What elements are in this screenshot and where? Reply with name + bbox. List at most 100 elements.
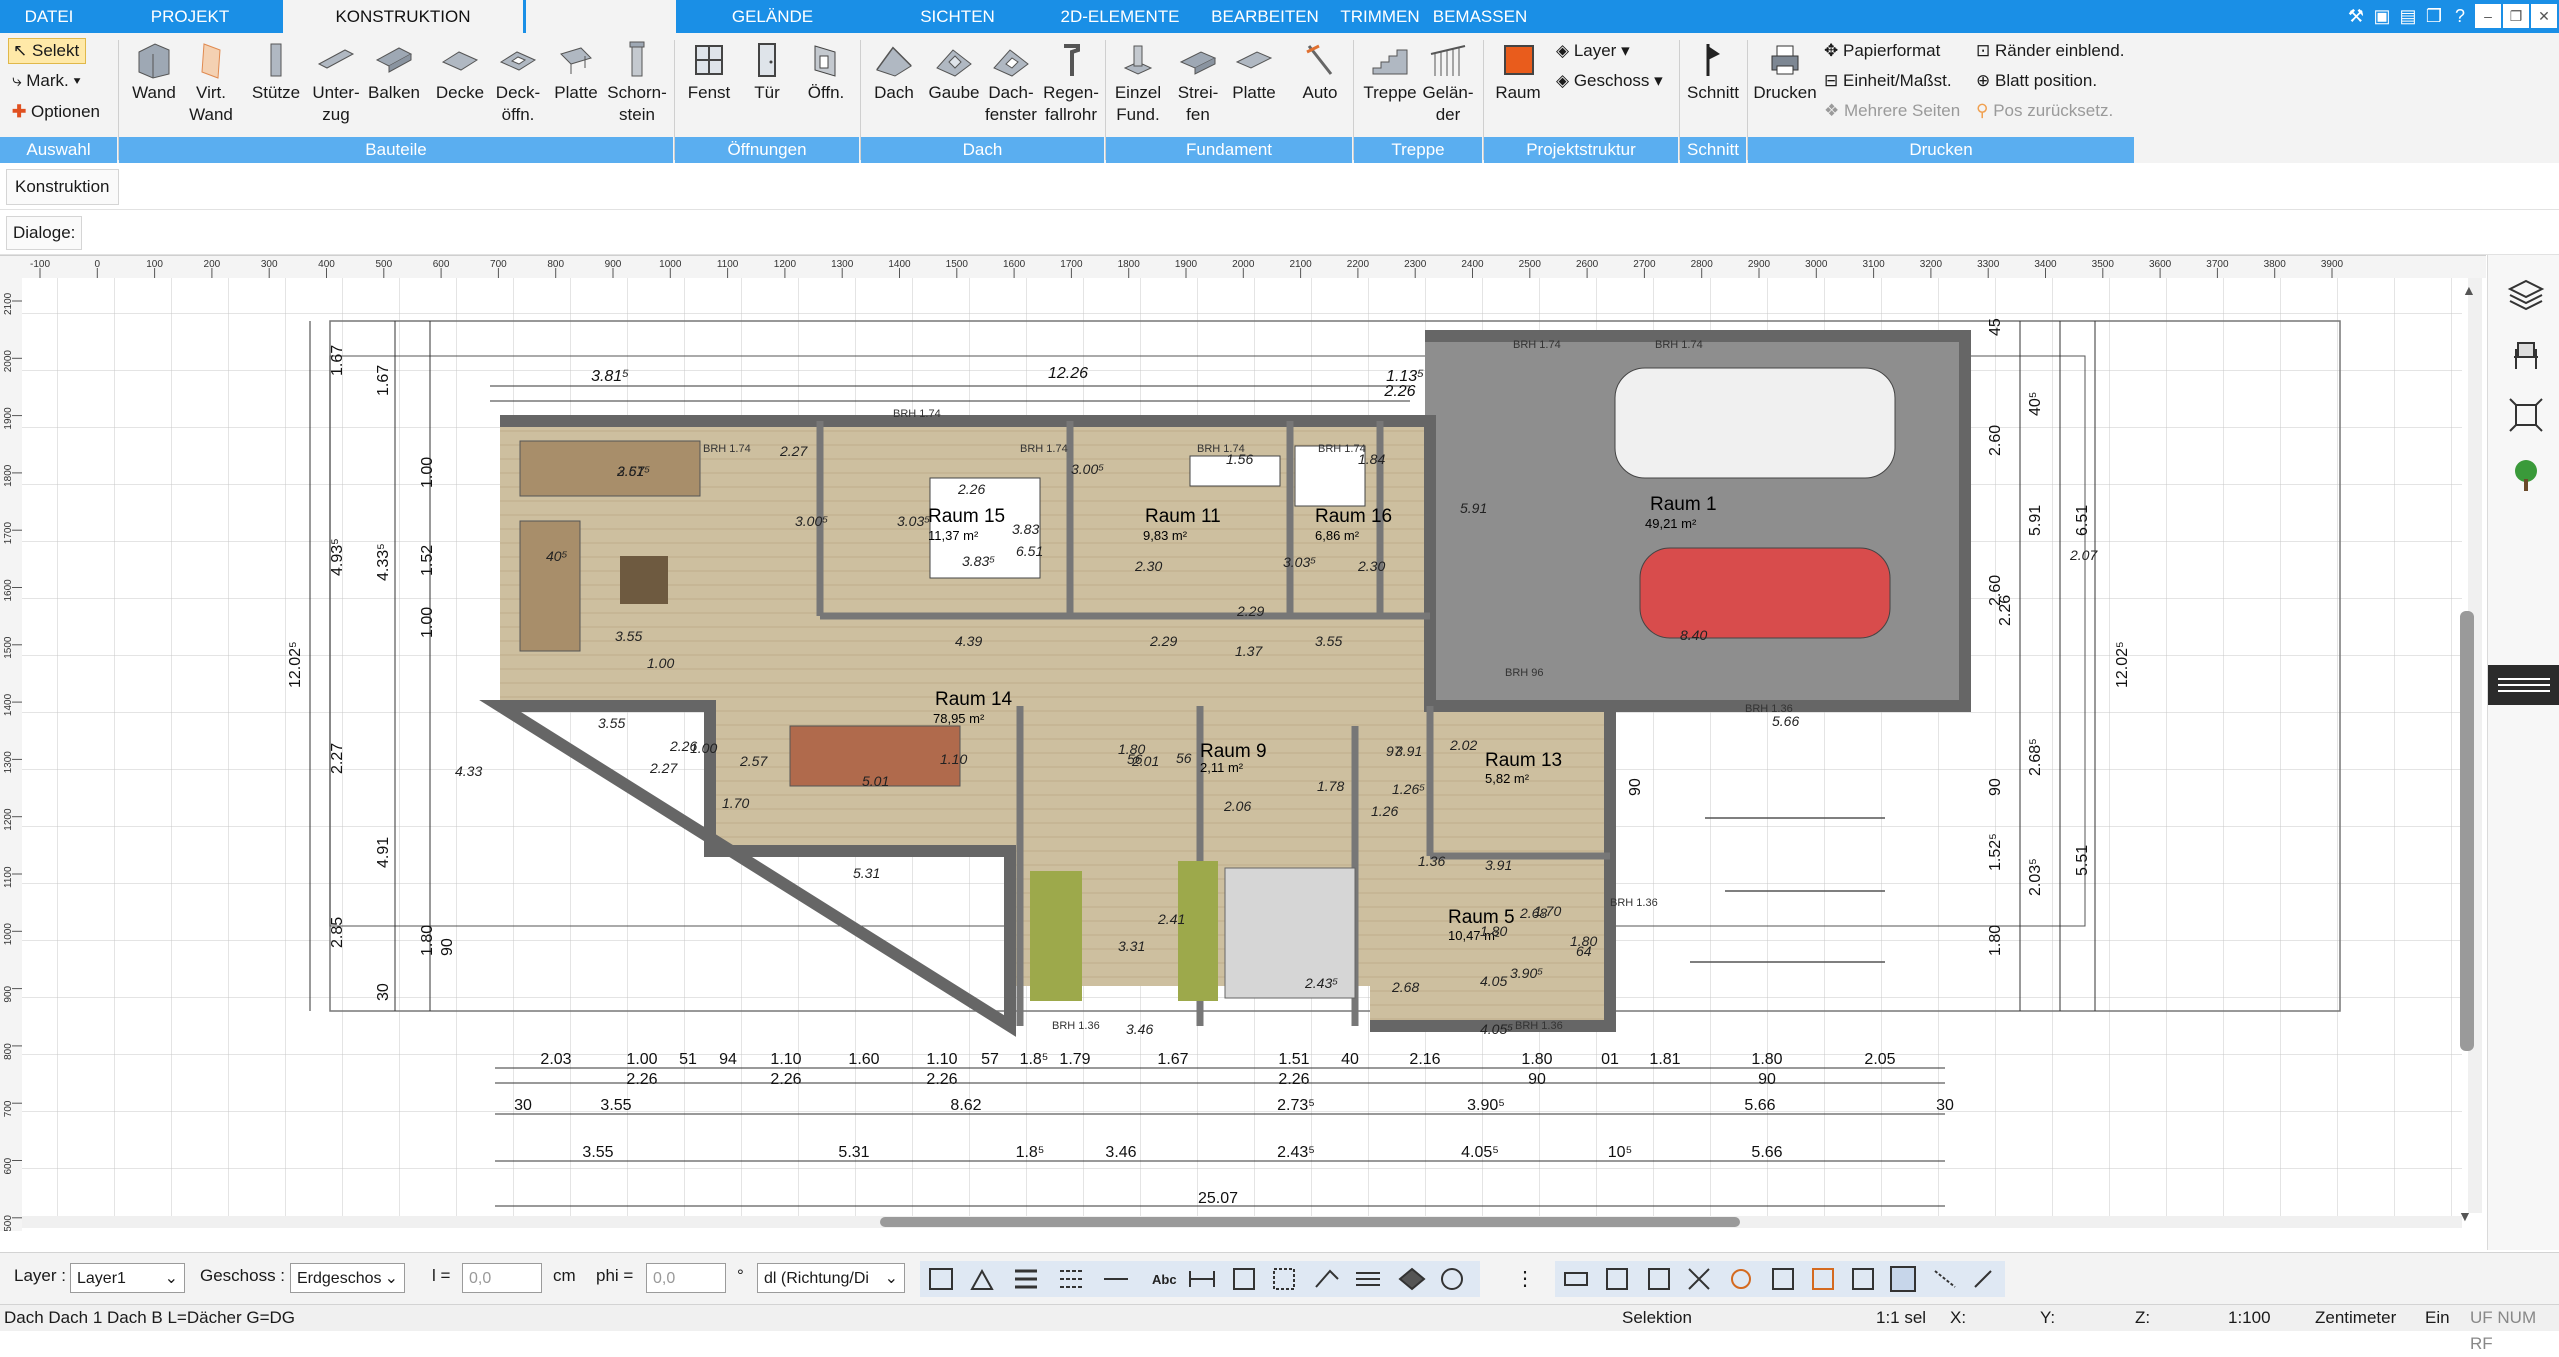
door-plan-icon[interactable] (1606, 1268, 1628, 1290)
unterzug-button[interactable]: Unter-zug (306, 40, 366, 126)
floor-plan[interactable]: -100 0 100 200 300 400 500 600 700 800 900 1000 1100… (0, 256, 2486, 1231)
folder-icon[interactable]: ▣ (2372, 6, 2392, 26)
tab-konstruktion[interactable]: KONSTRUKTION (283, 0, 523, 33)
tools-icon[interactable]: ⚒ (2346, 6, 2366, 26)
tab-blank[interactable] (526, 0, 676, 33)
drawing-canvas[interactable]: -100 0 100 200 300 400 500 600 700 800 900 1000 1100… (0, 255, 2486, 1231)
gaube-button[interactable]: Gaube (924, 40, 984, 104)
fund-platte-button[interactable]: Platte (1224, 40, 1284, 104)
more-vertical-icon[interactable]: ⋮ (1515, 1266, 1535, 1291)
schnitt-button[interactable]: Schnitt (1682, 40, 1744, 104)
papierformat-label: Papierformat (1842, 41, 1941, 60)
snap-line-icon[interactable] (1315, 1269, 1339, 1288)
north-icon[interactable] (1441, 1268, 1463, 1290)
treppe-button[interactable]: Treppe (1358, 40, 1422, 104)
measure-icon[interactable] (1189, 1271, 1215, 1287)
ortho-icon[interactable] (1852, 1268, 1874, 1290)
dl-select[interactable]: dl (Richtung/Di ⌄ (757, 1263, 905, 1293)
frame-icon[interactable] (1233, 1268, 1255, 1290)
konstruktion-tab[interactable]: Konstruktion (6, 169, 119, 205)
blatt-button[interactable]: ⊕ Blatt position. (1976, 68, 2097, 94)
window-icon[interactable]: ❐ (2424, 6, 2444, 26)
save-icon[interactable]: ▤ (2398, 6, 2418, 26)
restore-icon[interactable]: ❐ (2503, 4, 2529, 28)
vertical-scrollbar-thumb[interactable] (2460, 611, 2474, 1051)
l-input[interactable]: 0,0 (462, 1263, 542, 1293)
deckoeffn-button[interactable]: Deck-öffn. (488, 40, 548, 126)
geschoss-select[interactable]: Erdgeschos ⌄ (290, 1263, 405, 1293)
help-icon[interactable]: ? (2450, 6, 2470, 26)
view-3d-icon[interactable] (2506, 395, 2546, 435)
raender-button[interactable]: ⊡ Ränder einblend. (1976, 38, 2124, 64)
abc-text-icon[interactable]: Abc (1152, 1272, 1177, 1287)
minimize-icon[interactable]: – (2475, 4, 2501, 28)
regenfallrohr-button[interactable]: Regen-fallrohr (1040, 40, 1102, 126)
schornstein-button[interactable]: Schorn-stein (604, 40, 670, 126)
balken-button[interactable]: Balken (364, 40, 424, 104)
dachfenster-button[interactable]: Dach-fenster (980, 40, 1042, 126)
dim-label: 45 (1987, 318, 2004, 336)
dim-label: 5.01 (862, 773, 889, 789)
furniture-icon[interactable] (2506, 335, 2546, 375)
layers-icon[interactable] (2506, 275, 2546, 315)
pick-icon[interactable] (1974, 1270, 1992, 1288)
decke-button[interactable]: Decke (430, 40, 490, 104)
virt-wand-button[interactable]: Virt. Wand (184, 40, 238, 126)
tab-datei[interactable]: DATEI (0, 0, 98, 33)
selekt-button[interactable]: ↖ Selekt (8, 38, 87, 64)
geschoss-button[interactable]: ◈ Geschoss ▾ (1556, 68, 1663, 94)
platte-button[interactable]: Platte (546, 40, 606, 104)
scroll-up-arrow-icon[interactable]: ▲ (2462, 282, 2476, 298)
fenster-button[interactable]: Fenst (680, 40, 738, 104)
grid-plan-icon[interactable] (1648, 1268, 1670, 1290)
raum-button[interactable]: Raum (1488, 40, 1548, 104)
tab-trimmen[interactable]: TRIMMEN (1330, 0, 1430, 33)
scroll-down-arrow-icon[interactable]: ▼ (2458, 1208, 2472, 1224)
line-thick-icon[interactable] (1015, 1269, 1037, 1289)
corner-icon[interactable] (1772, 1268, 1794, 1290)
guide-icon[interactable] (1934, 1270, 1956, 1288)
mark-button[interactable]: ⤷ Mark. ▾ (12, 68, 81, 94)
cross-icon[interactable] (1688, 1268, 1710, 1290)
layers-stack-icon[interactable] (1356, 1272, 1380, 1286)
diamond-icon[interactable] (1398, 1267, 1426, 1291)
stuetze-button[interactable]: Stütze (246, 40, 306, 104)
window-plan-icon[interactable] (1564, 1272, 1588, 1286)
select-frame-icon[interactable] (1273, 1268, 1295, 1290)
tab-gelaende[interactable]: GELÄNDE (700, 0, 845, 33)
einzelfund-button[interactable]: Einzel Fund. (1108, 40, 1168, 126)
layer-button[interactable]: ◈ Layer ▾ (1556, 38, 1630, 64)
oeffn-button[interactable]: Öffn. (798, 40, 854, 104)
streifen-button[interactable]: Strei-fen (1166, 40, 1230, 126)
drucken-button[interactable]: Drucken (1750, 40, 1820, 104)
beam-under-icon (317, 49, 355, 69)
tab-sichten[interactable]: SICHTEN (890, 0, 1025, 33)
optionen-button[interactable]: ✚ Optionen (12, 99, 100, 125)
hatch-icon[interactable] (929, 1268, 953, 1290)
wand-button[interactable]: Wand (124, 40, 184, 104)
tuer-button[interactable]: Tür (740, 40, 794, 104)
fill-icon[interactable] (970, 1268, 994, 1290)
tree-icon[interactable] (2506, 455, 2546, 495)
line-dash-icon[interactable] (1060, 1270, 1082, 1288)
einheit-button[interactable]: ⊟ Einheit/Maßst. (1824, 68, 1952, 94)
tab-projekt[interactable]: PROJEKT (100, 0, 280, 33)
auto-button[interactable]: Auto (1290, 40, 1350, 104)
dim-label: 8.40 (1680, 627, 1707, 643)
horizontal-scrollbar-thumb[interactable] (880, 1217, 1740, 1227)
papierformat-button[interactable]: ✥ Papierformat (1824, 38, 1940, 64)
layer-select[interactable]: Layer1 ⌄ (70, 1263, 185, 1293)
tab-bearbeiten[interactable]: BEARBEITEN (1195, 0, 1335, 33)
center-icon[interactable] (1812, 1268, 1834, 1290)
tab-bemassen[interactable]: BEMASSEN (1430, 0, 1530, 33)
close-icon[interactable]: ✕ (2531, 4, 2557, 28)
phi-input[interactable]: 0,0 (646, 1263, 726, 1293)
tab-2d-elemente[interactable]: 2D-ELEMENTE (1050, 0, 1190, 33)
panel-collapse-button[interactable] (2488, 665, 2559, 705)
mehrere-seiten-button[interactable]: ❖ Mehrere Seiten (1824, 98, 1960, 124)
snap-point-icon[interactable] (1731, 1269, 1751, 1289)
dach-button[interactable]: Dach (864, 40, 924, 104)
gelaender-button[interactable]: Gelän-der (1418, 40, 1478, 126)
grid-toggle-icon[interactable] (1890, 1266, 1916, 1292)
pos-zuruecksetzen-button[interactable]: ⚲ Pos zurücksetz. (1976, 98, 2113, 124)
